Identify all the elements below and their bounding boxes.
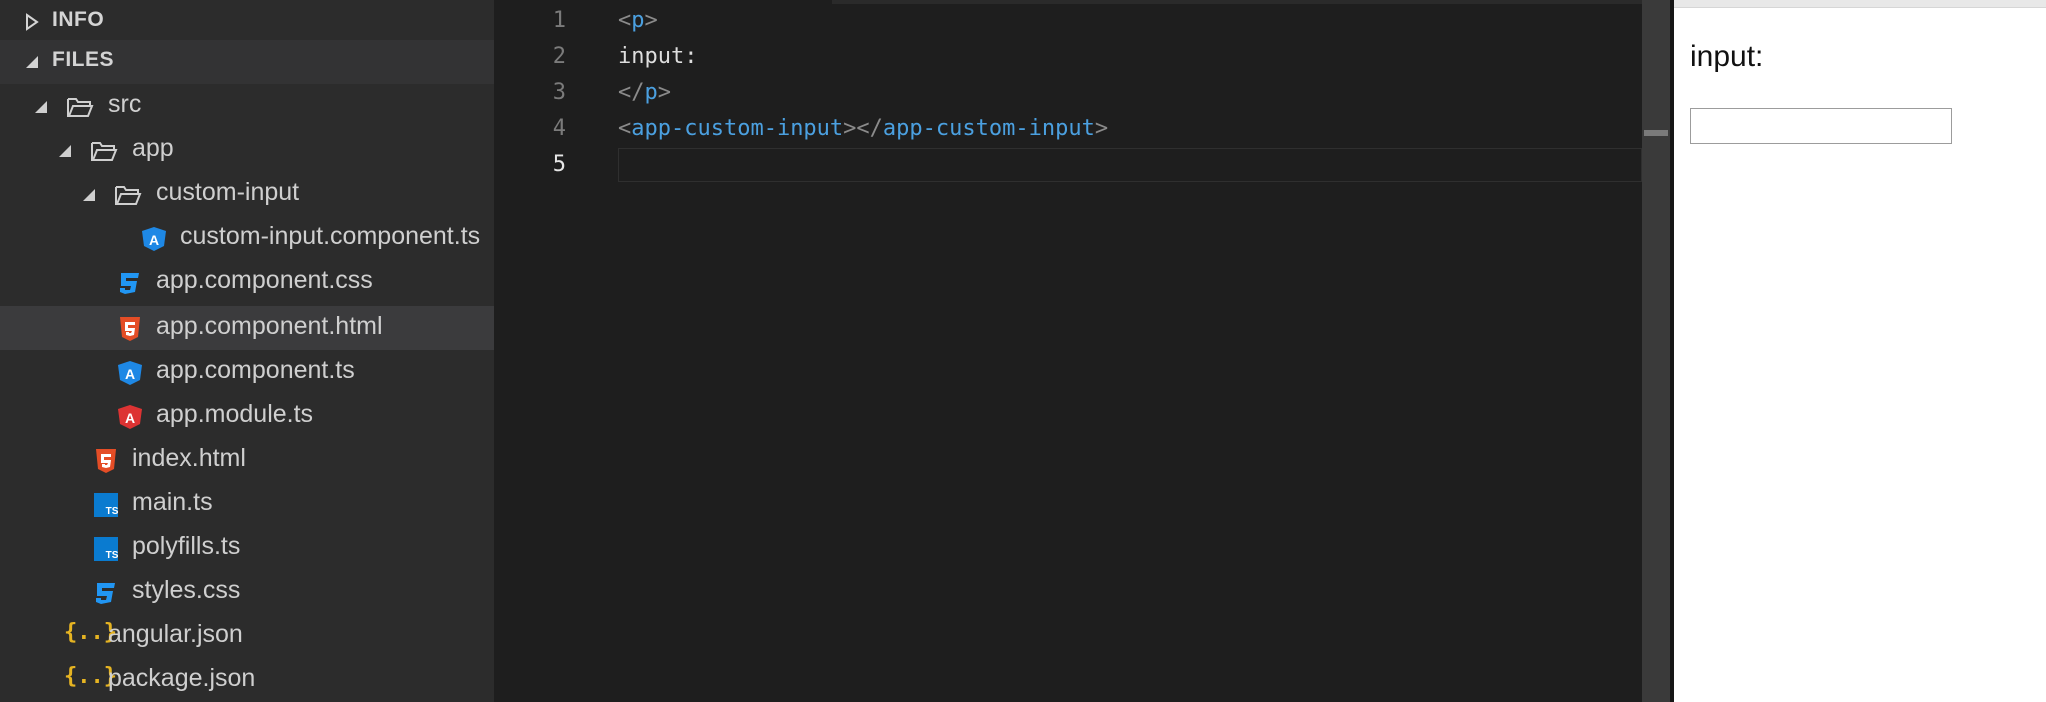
angular-icon: A: [118, 361, 142, 385]
code-punctuation: ></: [843, 116, 883, 141]
code-line-2[interactable]: input:: [618, 44, 697, 69]
tree-item-angular-json[interactable]: {..} angular.json: [0, 614, 494, 658]
tree-item-app-component-ts[interactable]: A app.component.ts: [0, 350, 494, 394]
tree-item-label: angular.json: [108, 620, 243, 648]
preview-pane: input:: [1674, 0, 2046, 702]
tree-item-styles-css[interactable]: styles.css: [0, 570, 494, 614]
tree-item-label: index.html: [132, 444, 246, 472]
svg-text:A: A: [125, 366, 135, 382]
triangle-right-icon: [26, 13, 39, 31]
tree-item-label: styles.css: [132, 576, 241, 604]
tree-item-label: polyfills.ts: [132, 532, 241, 560]
code-editor[interactable]: 1 2 3 4 5 <p> input: </p> <app-custom-in…: [494, 0, 1642, 702]
tree-item-label: package.json: [108, 664, 256, 692]
line-number-active: 5: [552, 152, 566, 177]
current-line-highlight[interactable]: [618, 148, 1642, 182]
svg-text:A: A: [149, 232, 159, 248]
tree-item-app-component-css[interactable]: app.component.css: [0, 260, 494, 304]
folder-open-icon: [67, 98, 94, 117]
tree-item-label: app.component.html: [156, 312, 383, 340]
code-punctuation: <: [618, 8, 632, 33]
tree-item-label: src: [108, 90, 142, 118]
tree-item-app[interactable]: app: [0, 128, 494, 172]
svg-text:TS: TS: [106, 506, 119, 517]
editor-scrollbar[interactable]: [1642, 0, 1670, 702]
tree-item-custom-input-component-ts[interactable]: A custom-input.component.ts: [0, 216, 494, 260]
editor-top-strip: [832, 0, 1642, 4]
code-punctuation: <: [618, 116, 632, 141]
code-tag: app-custom-input: [631, 116, 844, 141]
tree-item-main-ts[interactable]: TS main.ts: [0, 482, 494, 526]
preview-paragraph: input:: [1690, 40, 1764, 73]
tree-item-label: app.component.css: [156, 266, 373, 294]
code-line-1[interactable]: <p>: [618, 8, 658, 33]
triangle-down-icon: [35, 101, 47, 113]
code-punctuation: >: [1094, 116, 1109, 141]
code-tag: p: [631, 8, 645, 33]
section-files-header[interactable]: FILES: [0, 40, 494, 84]
svg-text:TS: TS: [106, 550, 119, 561]
tree-item-custom-input[interactable]: custom-input: [0, 172, 494, 216]
code-line-3[interactable]: </p>: [618, 80, 671, 105]
typescript-icon: TS: [94, 537, 119, 561]
css3-icon: [96, 583, 115, 604]
section-info-header[interactable]: INFO: [0, 0, 494, 44]
html5-icon: [96, 449, 116, 473]
html5-icon: [120, 317, 140, 341]
line-number: 4: [552, 116, 566, 141]
tree-item-label: custom-input: [156, 178, 300, 206]
tree-item-src[interactable]: src: [0, 84, 494, 128]
line-number: 3: [552, 80, 566, 105]
svg-text:A: A: [125, 410, 135, 426]
tree-item-label: app: [132, 134, 174, 162]
section-info-label: INFO: [52, 8, 105, 31]
code-punctuation: </: [618, 80, 645, 105]
code-tag: app-custom-input: [882, 116, 1095, 141]
typescript-icon: TS: [94, 493, 119, 517]
section-files-label: FILES: [52, 48, 115, 71]
tree-item-app-module-ts[interactable]: A app.module.ts: [0, 394, 494, 438]
angular-red-icon: A: [118, 405, 142, 429]
preview-text-input[interactable]: [1690, 108, 1952, 144]
tree-item-package-json[interactable]: {..} package.json: [0, 658, 494, 702]
code-line-4[interactable]: <app-custom-input></app-custom-input>: [618, 116, 1108, 141]
code-punctuation: >: [644, 8, 658, 33]
scrollbar-thumb[interactable]: [1644, 130, 1668, 136]
code-text: input:: [618, 44, 698, 69]
tree-item-app-component-html[interactable]: app.component.html: [0, 306, 494, 350]
angular-icon: A: [142, 227, 166, 251]
tree-item-label: main.ts: [132, 488, 213, 516]
css3-icon: [120, 273, 139, 294]
folder-open-icon: [115, 186, 142, 205]
tree-item-index-html[interactable]: index.html: [0, 438, 494, 482]
line-number: 1: [552, 8, 566, 33]
tree-item-label: app.module.ts: [156, 400, 314, 428]
tree-item-polyfills-ts[interactable]: TS polyfills.ts: [0, 526, 494, 570]
triangle-down-icon: [26, 56, 38, 68]
folder-open-icon: [91, 142, 118, 161]
code-punctuation: >: [657, 80, 671, 105]
line-number: 2: [552, 44, 566, 69]
tree-item-label: custom-input.component.ts: [180, 222, 481, 250]
tree-item-label: app.component.ts: [156, 356, 355, 384]
triangle-down-icon: [83, 189, 95, 201]
preview-top-bar: [1674, 0, 2046, 8]
triangle-down-icon: [59, 145, 71, 157]
file-sidebar: INFO FILES src app custom-input A custom…: [0, 0, 494, 702]
code-tag: p: [644, 80, 658, 105]
